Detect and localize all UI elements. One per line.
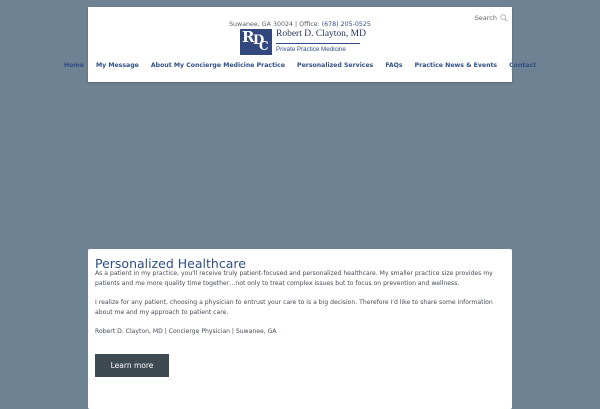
signature-line: Robert D. Clayton, MD | Concierge Physic… [95,328,277,335]
site-logo[interactable]: R D C Robert D. Clayton, MD Private Prac… [240,28,366,55]
phone-link[interactable]: (678) 205-0525 [322,21,371,28]
office-label: | Office: [295,21,320,28]
second-paragraph: I realize for any patient, choosing a ph… [95,299,493,316]
logo-tagline: Private Practice Medicine [276,43,360,53]
content-panel: Personalized Healthcare As a patient in … [88,249,512,409]
nav-item-news-events[interactable]: Practice News & Events [409,62,504,69]
search-icon[interactable] [500,14,508,22]
search-box[interactable]: Search [475,11,508,25]
main-nav: Home My Message About My Concierge Medic… [64,62,536,69]
nav-item-about[interactable]: About My Concierge Medicine Practice [145,62,291,69]
logo-name: Robert D. Clayton, MD [276,29,366,39]
search-label: Search [474,14,497,22]
site-header: Suwanee, GA 30024 | Office: (678) 205-05… [64,7,536,82]
nav-item-faqs[interactable]: FAQs [379,62,408,69]
contact-line: Suwanee, GA 30024 | Office: (678) 205-05… [88,21,512,28]
nav-item-my-message[interactable]: My Message [90,62,145,69]
address-text: Suwanee, GA 30024 [229,21,294,28]
nav-item-home[interactable]: Home [58,62,90,69]
nav-item-contact[interactable]: Contact [503,62,542,69]
logo-monogram: R D C [240,28,272,55]
learn-more-button[interactable]: Learn more [95,354,169,377]
intro-paragraph: As a patient in my practice, you'll rece… [95,270,493,287]
nav-item-services[interactable]: Personalized Services [291,62,379,69]
